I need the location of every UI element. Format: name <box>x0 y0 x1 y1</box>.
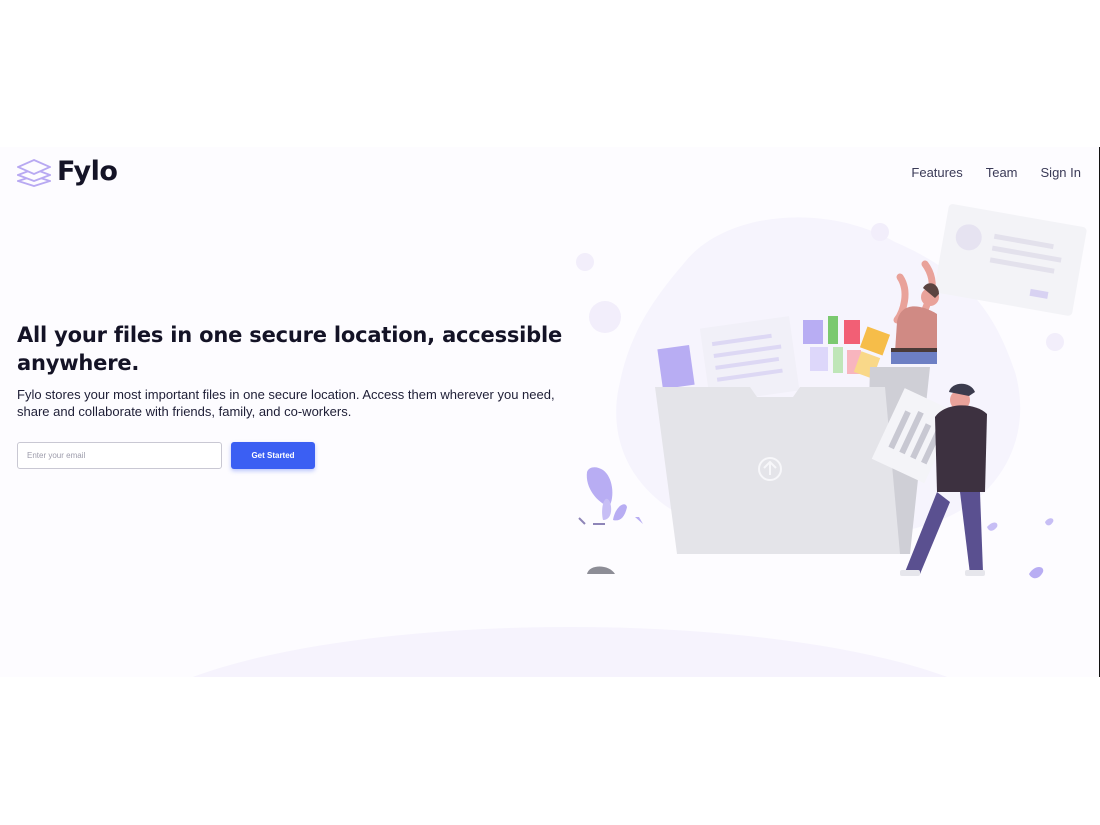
signup-form: Get Started <box>17 442 315 469</box>
nav-link-features[interactable]: Features <box>911 165 962 180</box>
get-started-button[interactable]: Get Started <box>231 442 315 469</box>
main-nav: Features Team Sign In <box>911 165 1081 180</box>
hero-subtext: Fylo stores your most important files in… <box>17 387 555 419</box>
logo[interactable]: Fylo <box>17 156 118 187</box>
file-folder-illustration <box>576 204 1087 579</box>
nav-link-sign-in[interactable]: Sign In <box>1041 165 1081 180</box>
hero-headline: All your files in one secure location, a… <box>17 323 563 375</box>
email-input[interactable] <box>17 442 222 469</box>
brand-name: Fylo <box>57 156 118 187</box>
stacked-layers-icon <box>17 158 51 187</box>
bottom-wave-decoration <box>120 627 1020 677</box>
nav-link-team[interactable]: Team <box>986 165 1018 180</box>
landing-page: Fylo Features Team Sign In All your file… <box>0 147 1100 677</box>
